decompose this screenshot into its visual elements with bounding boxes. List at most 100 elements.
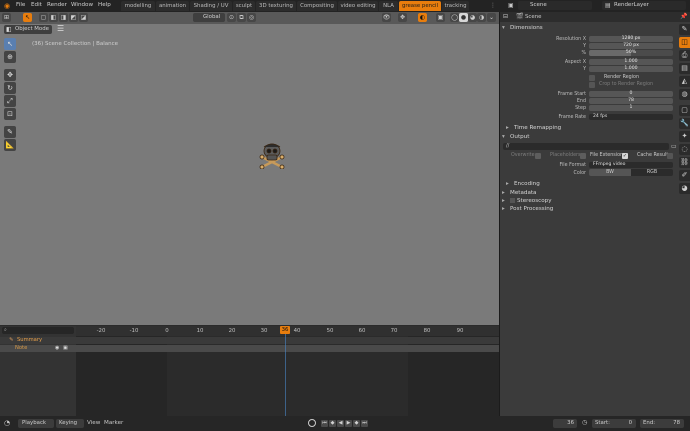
keying-dropdown[interactable]: Keying [56,419,84,428]
tab-tracking[interactable]: tracking [442,1,469,11]
metadata-panel-header[interactable]: ▸ Metadata [502,189,675,197]
view-menu[interactable]: View [87,420,100,426]
select-box-icon[interactable]: ▢ [39,13,48,22]
shading-wireframe-icon[interactable]: ◯ [450,13,459,22]
view-layer-selector[interactable]: RenderLayer [602,1,686,10]
render-region-checkbox[interactable] [589,75,595,81]
proportional-icon[interactable]: ◎ [247,13,256,22]
grease-pencil-skull-object[interactable] [258,141,286,169]
shading-material-icon[interactable]: ◕ [468,13,477,22]
summary-channel-row[interactable]: ✎ Summary [0,337,499,344]
resolution-percentage-slider[interactable]: 50% [589,50,673,56]
tab-animation[interactable]: animation [156,1,189,11]
material-tab-icon[interactable]: ◕ [679,183,690,194]
frame-start-field[interactable]: 0 [589,91,673,97]
aspect-x-field[interactable]: 1.000 [589,59,673,65]
tab-shading-uv[interactable]: Shading / UV [190,1,232,11]
tab-3d-texturing[interactable]: 3D texturing [256,1,296,11]
tab-video-editing[interactable]: video editing [338,1,378,11]
effects-tab-icon[interactable]: ✦ [679,131,690,142]
resolution-x-field[interactable]: 1280 px [589,36,673,42]
physics-tab-icon[interactable]: ◌ [679,144,690,155]
frame-step-field[interactable]: 1 [589,105,673,111]
measure-tool-icon[interactable]: 📐 [4,139,16,151]
jump-start-icon[interactable]: ⏮ [321,420,328,427]
menu-file[interactable]: File [16,2,25,8]
playback-dropdown[interactable]: Playback [18,419,54,428]
shading-solid-icon[interactable]: ● [459,13,468,22]
clock-icon[interactable]: ◷ [582,419,587,426]
tab-modelling[interactable]: modelling [121,1,155,11]
select-mode-icon[interactable]: ↖ [23,13,32,22]
note-lock-icon[interactable]: ▣ [63,345,68,352]
modifiers-tab-icon[interactable]: 🔧 [679,118,690,129]
select-subtract-icon[interactable]: ◨ [59,13,68,22]
frame-end-field[interactable]: 78 [589,98,673,104]
cache-result-checkbox[interactable] [667,153,673,159]
color-rgb-button[interactable]: RGB [631,169,673,176]
tabs-scroll-icon[interactable]: ⋮ [490,2,496,9]
select-tool-icon[interactable]: ↖ [4,38,16,50]
properties-editor-icon[interactable]: ⊟ [503,13,508,20]
editor-type-icon[interactable]: ◔ [4,419,10,427]
aspect-y-field[interactable]: 1.000 [589,66,673,72]
stereoscopy-checkbox[interactable] [510,198,515,203]
select-intersect-icon[interactable]: ◪ [79,13,88,22]
pivot-icon[interactable]: ⊙ [227,13,236,22]
start-frame-field[interactable]: Start: 0 [592,419,636,428]
tab-compositing[interactable]: Compositing [297,1,337,11]
rotate-tool-icon[interactable]: ↻ [4,82,16,94]
object-tab-icon[interactable]: ▢ [679,105,690,116]
menu-window[interactable]: Window [71,2,93,8]
annotate-tool-icon[interactable]: ✎ [4,126,16,138]
shading-rendered-icon[interactable]: ◑ [477,13,486,22]
post-processing-panel-header[interactable]: ▸ Post Processing [502,205,675,213]
marker-menu[interactable]: Marker [104,420,123,426]
blender-logo-icon[interactable]: ◉ [4,2,10,10]
prev-keyframe-icon[interactable]: ◆ [329,420,336,427]
file-format-dropdown[interactable]: FFmpeg video [589,162,673,168]
scene-tab-icon[interactable]: ◭ [679,76,690,87]
next-keyframe-icon[interactable]: ◆ [353,420,360,427]
move-tool-icon[interactable]: ✥ [4,69,16,81]
output-tab-icon[interactable]: ⎙ [679,50,690,61]
output-panel-header[interactable]: ▾ Output [502,133,675,141]
tab-nla[interactable]: NLA [379,1,398,11]
frame-rate-dropdown[interactable]: 24 fps [589,114,673,120]
dimensions-panel-header[interactable]: ▾ Dimensions [502,24,675,32]
render-tab-icon[interactable]: ◫ [679,37,690,48]
tab-sculpt[interactable]: sculpt [233,1,255,11]
scene-selector[interactable]: Scene [518,1,592,10]
file-extensions-checkbox[interactable]: ✓ [622,153,628,159]
encoding-panel-header[interactable]: ▸ Encoding [506,180,679,188]
menu-edit[interactable]: Edit [31,2,42,8]
output-path-field[interactable]: // [503,143,669,150]
tool-tab-icon[interactable]: ✎ [679,24,690,35]
tab-grease-pencil[interactable]: grease pencil [399,1,441,11]
gizmo-icon[interactable]: ✥ [398,13,407,22]
scale-tool-icon[interactable]: ⤢ [4,95,16,107]
shading-options-icon[interactable]: ⌄ [487,13,496,22]
play-icon[interactable]: ▶ [345,420,352,427]
time-remapping-panel-header[interactable]: ▸ Time Remapping [506,124,679,132]
playhead-frame-indicator[interactable]: 36 [280,326,290,334]
end-frame-field[interactable]: End: 78 [640,419,684,428]
xray-icon[interactable]: ▣ [436,13,445,22]
pin-icon[interactable]: 📌 [680,13,687,20]
color-bw-button[interactable]: BW [589,169,631,176]
placeholders-checkbox[interactable] [580,153,586,159]
view-layer-tab-icon[interactable]: ▤ [679,63,690,74]
cursor-tool-icon[interactable]: ⊕ [4,51,16,63]
world-tab-icon[interactable]: ◍ [679,89,690,100]
channel-search-field[interactable]: ⌕ [2,327,74,334]
overlays-icon[interactable]: ◐ [418,13,427,22]
crop-region-checkbox[interactable] [589,82,595,88]
view-object-types-icon[interactable]: 👁 [382,13,391,22]
note-channel-row[interactable]: Note ◉ ▣ [0,345,499,352]
select-invert-icon[interactable]: ◩ [69,13,78,22]
play-reverse-icon[interactable]: ◀ [337,420,344,427]
snap-icon[interactable]: ⧉ [237,13,246,22]
note-visibility-icon[interactable]: ◉ [55,345,59,352]
jump-end-icon[interactable]: ⏭ [361,420,368,427]
select-extend-icon[interactable]: ◧ [49,13,58,22]
